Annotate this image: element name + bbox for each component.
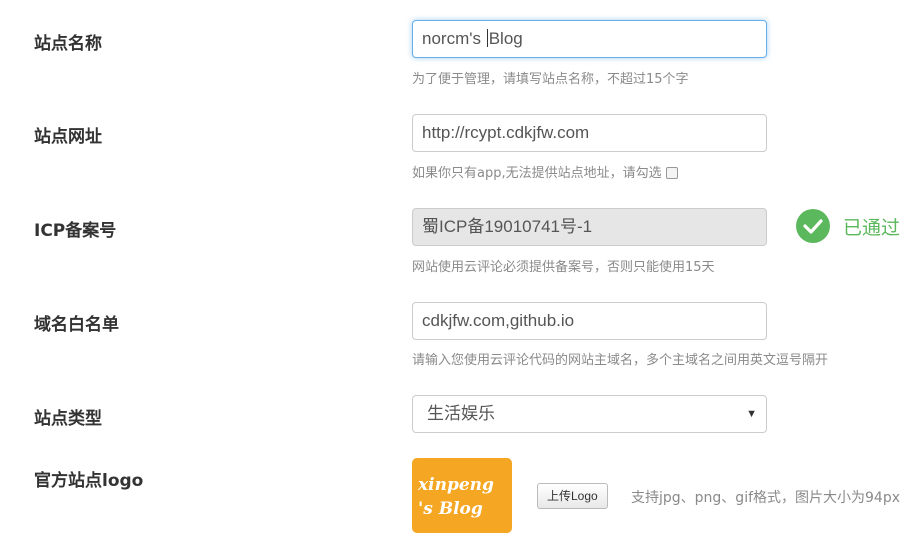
site-url-help-text: 如果你只有app,无法提供站点地址，请勾选 — [412, 166, 662, 181]
site-name-input[interactable]: norcm's Blog — [412, 20, 767, 58]
no-site-checkbox[interactable] — [665, 167, 678, 179]
site-name-value-end: Blog — [488, 29, 523, 48]
icp-help: 网站使用云评论必须提供备案号，否则只能使用15天 — [412, 260, 715, 275]
logo-text-line1: xinpeng — [418, 475, 494, 495]
logo-text-line2: 's Blog — [418, 499, 483, 519]
whitelist-help: 请输入您使用云评论代码的网站主域名，多个主域名之间用英文逗号隔开 — [412, 353, 829, 368]
site-type-selected: 生活娱乐 — [427, 404, 495, 423]
logo-format-hint: 支持jpg、png、gif格式，图片大小为94px — [631, 490, 901, 506]
check-circle-icon — [796, 209, 830, 243]
caret-down-icon: ▼ — [746, 408, 757, 420]
whitelist-value: cdkjfw.com,github.io — [422, 311, 575, 330]
whitelist-label: 域名白名单 — [34, 315, 119, 335]
site-url-input[interactable]: http://rcypt.cdkjfw.com — [412, 114, 767, 152]
icp-status: 已通过 — [796, 209, 900, 243]
site-name-label: 站点名称 — [34, 34, 102, 54]
logo-label: 官方站点logo — [34, 471, 144, 491]
whitelist-input[interactable]: cdkjfw.com,github.io — [412, 302, 767, 340]
text-caret — [486, 29, 488, 47]
site-logo-image: xinpeng 's Blog — [412, 458, 512, 533]
site-url-help: 如果你只有app,无法提供站点地址，请勾选 — [412, 162, 678, 181]
site-name-help: 为了便于管理，请填写站点名称，不超过15个字 — [412, 72, 689, 87]
upload-logo-button[interactable]: 上传Logo — [537, 483, 608, 509]
site-type-select[interactable]: 生活娱乐 ▼ — [412, 395, 767, 433]
icp-status-text: 已通过 — [843, 216, 901, 239]
site-url-value: http://rcypt.cdkjfw.com — [422, 123, 590, 142]
icp-status-wrap: 已通过 — [0, 209, 912, 245]
site-type-label: 站点类型 — [34, 409, 102, 429]
site-url-label: 站点网址 — [34, 127, 102, 147]
site-name-value-start: norcm's — [422, 29, 486, 48]
